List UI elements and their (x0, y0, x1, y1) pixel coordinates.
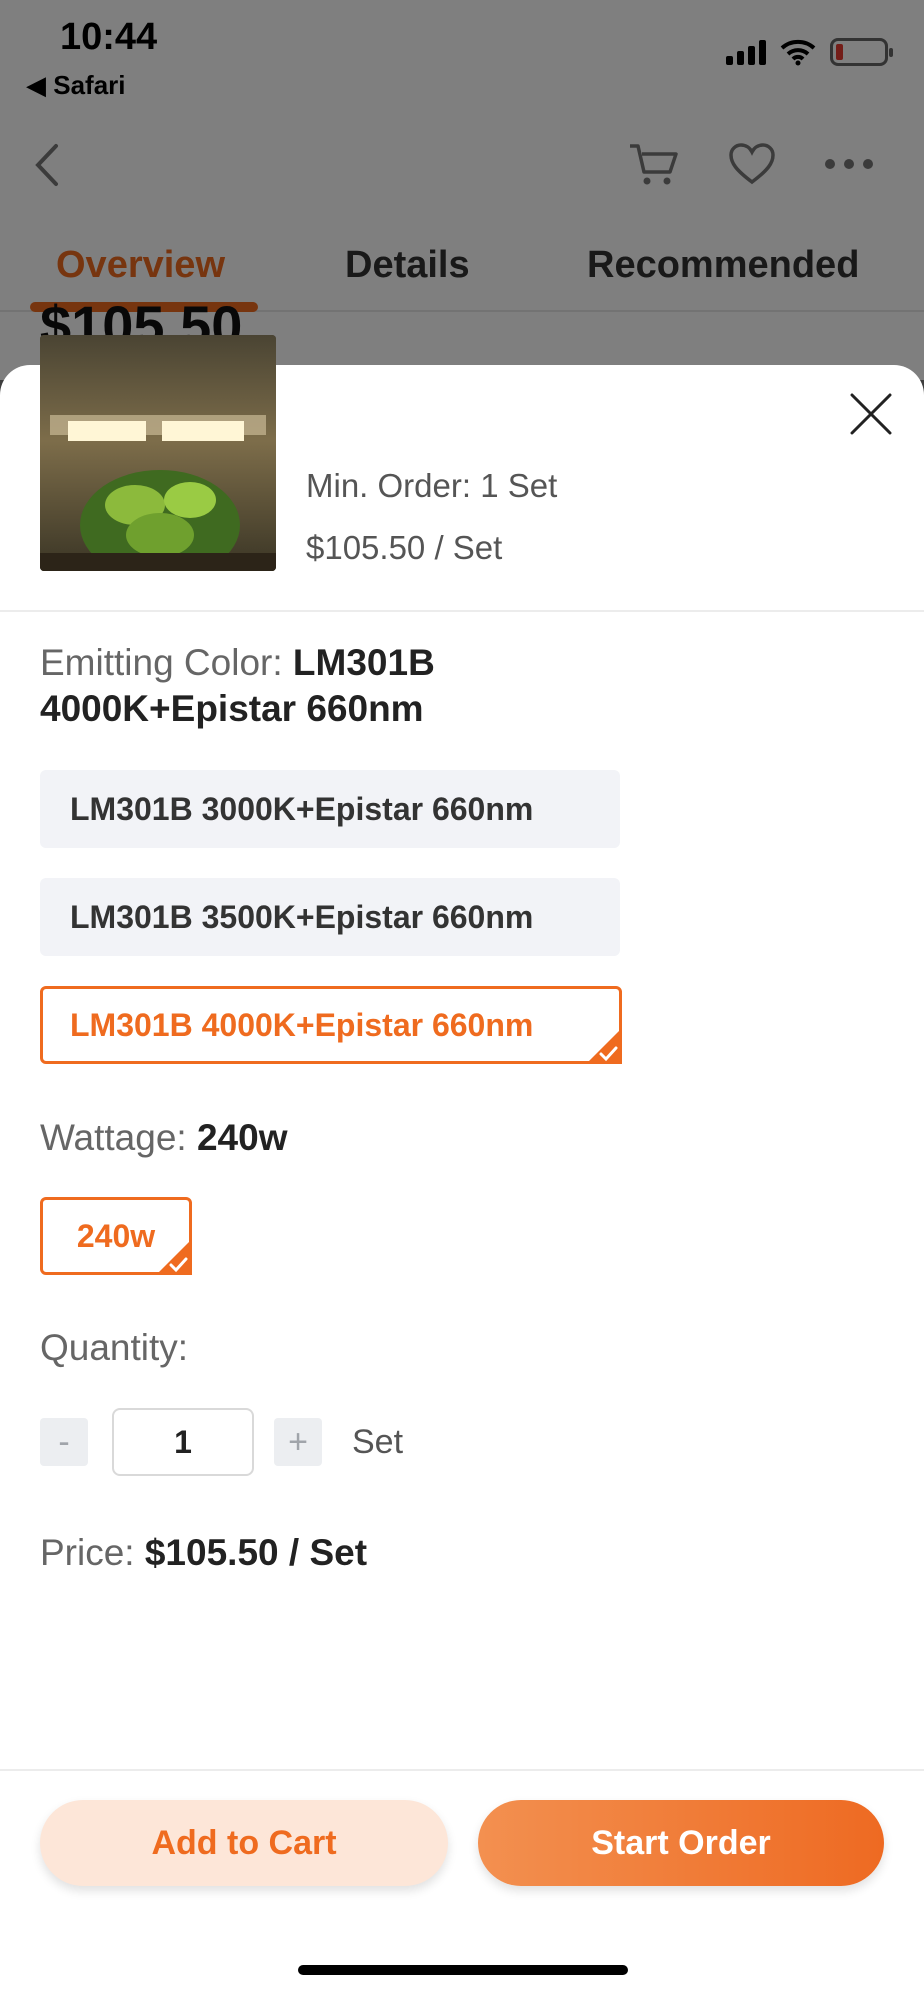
quantity-input[interactable] (112, 1408, 254, 1476)
quantity-label: Quantity: (40, 1327, 189, 1368)
color-option-3500k[interactable]: LM301B 3500K+Epistar 660nm (40, 878, 620, 956)
selected-check-icon (586, 1028, 622, 1064)
wattage-label: Wattage: (40, 1117, 187, 1158)
option-label: LM301B 3500K+Epistar 660nm (70, 898, 534, 935)
wattage-heading: Wattage: 240w (40, 1115, 288, 1161)
wattage-option-240w[interactable]: 240w (40, 1197, 192, 1275)
option-label: LM301B 3000K+Epistar 660nm (70, 790, 534, 827)
home-indicator (298, 1965, 628, 1975)
color-option-4000k[interactable]: LM301B 4000K+Epistar 660nm (40, 986, 622, 1064)
quantity-stepper: - + Set (40, 1407, 403, 1477)
product-image (40, 335, 276, 571)
start-order-button[interactable]: Start Order (478, 1800, 884, 1886)
footer-divider (0, 1769, 924, 1771)
min-order-text: Min. Order: 1 Set (306, 467, 558, 504)
option-label: LM301B 4000K+Epistar 660nm (70, 1006, 534, 1043)
price-value: $105.50 / Set (144, 1532, 368, 1573)
wattage-selected: 240w (196, 1117, 288, 1158)
color-option-3000k[interactable]: LM301B 3000K+Epistar 660nm (40, 770, 620, 848)
add-to-cart-button[interactable]: Add to Cart (40, 1800, 448, 1886)
increment-button[interactable]: + (274, 1418, 322, 1466)
price-heading: Price: $105.50 / Set (40, 1530, 367, 1576)
sku-selection-sheet: Min. Order: 1 Set $105.50 / Set Emitting… (0, 335, 924, 2000)
decrement-button[interactable]: - (40, 1418, 88, 1466)
option-label: 240w (76, 1217, 156, 1254)
close-icon[interactable] (848, 391, 894, 437)
emitting-color-heading: Emitting Color: LM301B 4000K+Epistar 660… (40, 640, 600, 732)
price-label: Price: (40, 1532, 135, 1573)
selected-check-icon (156, 1239, 192, 1275)
header-divider (0, 610, 924, 612)
emitting-color-label: Emitting Color: (40, 642, 283, 683)
unit-price-text: $105.50 / Set (306, 529, 503, 566)
quantity-unit: Set (352, 1422, 404, 1461)
